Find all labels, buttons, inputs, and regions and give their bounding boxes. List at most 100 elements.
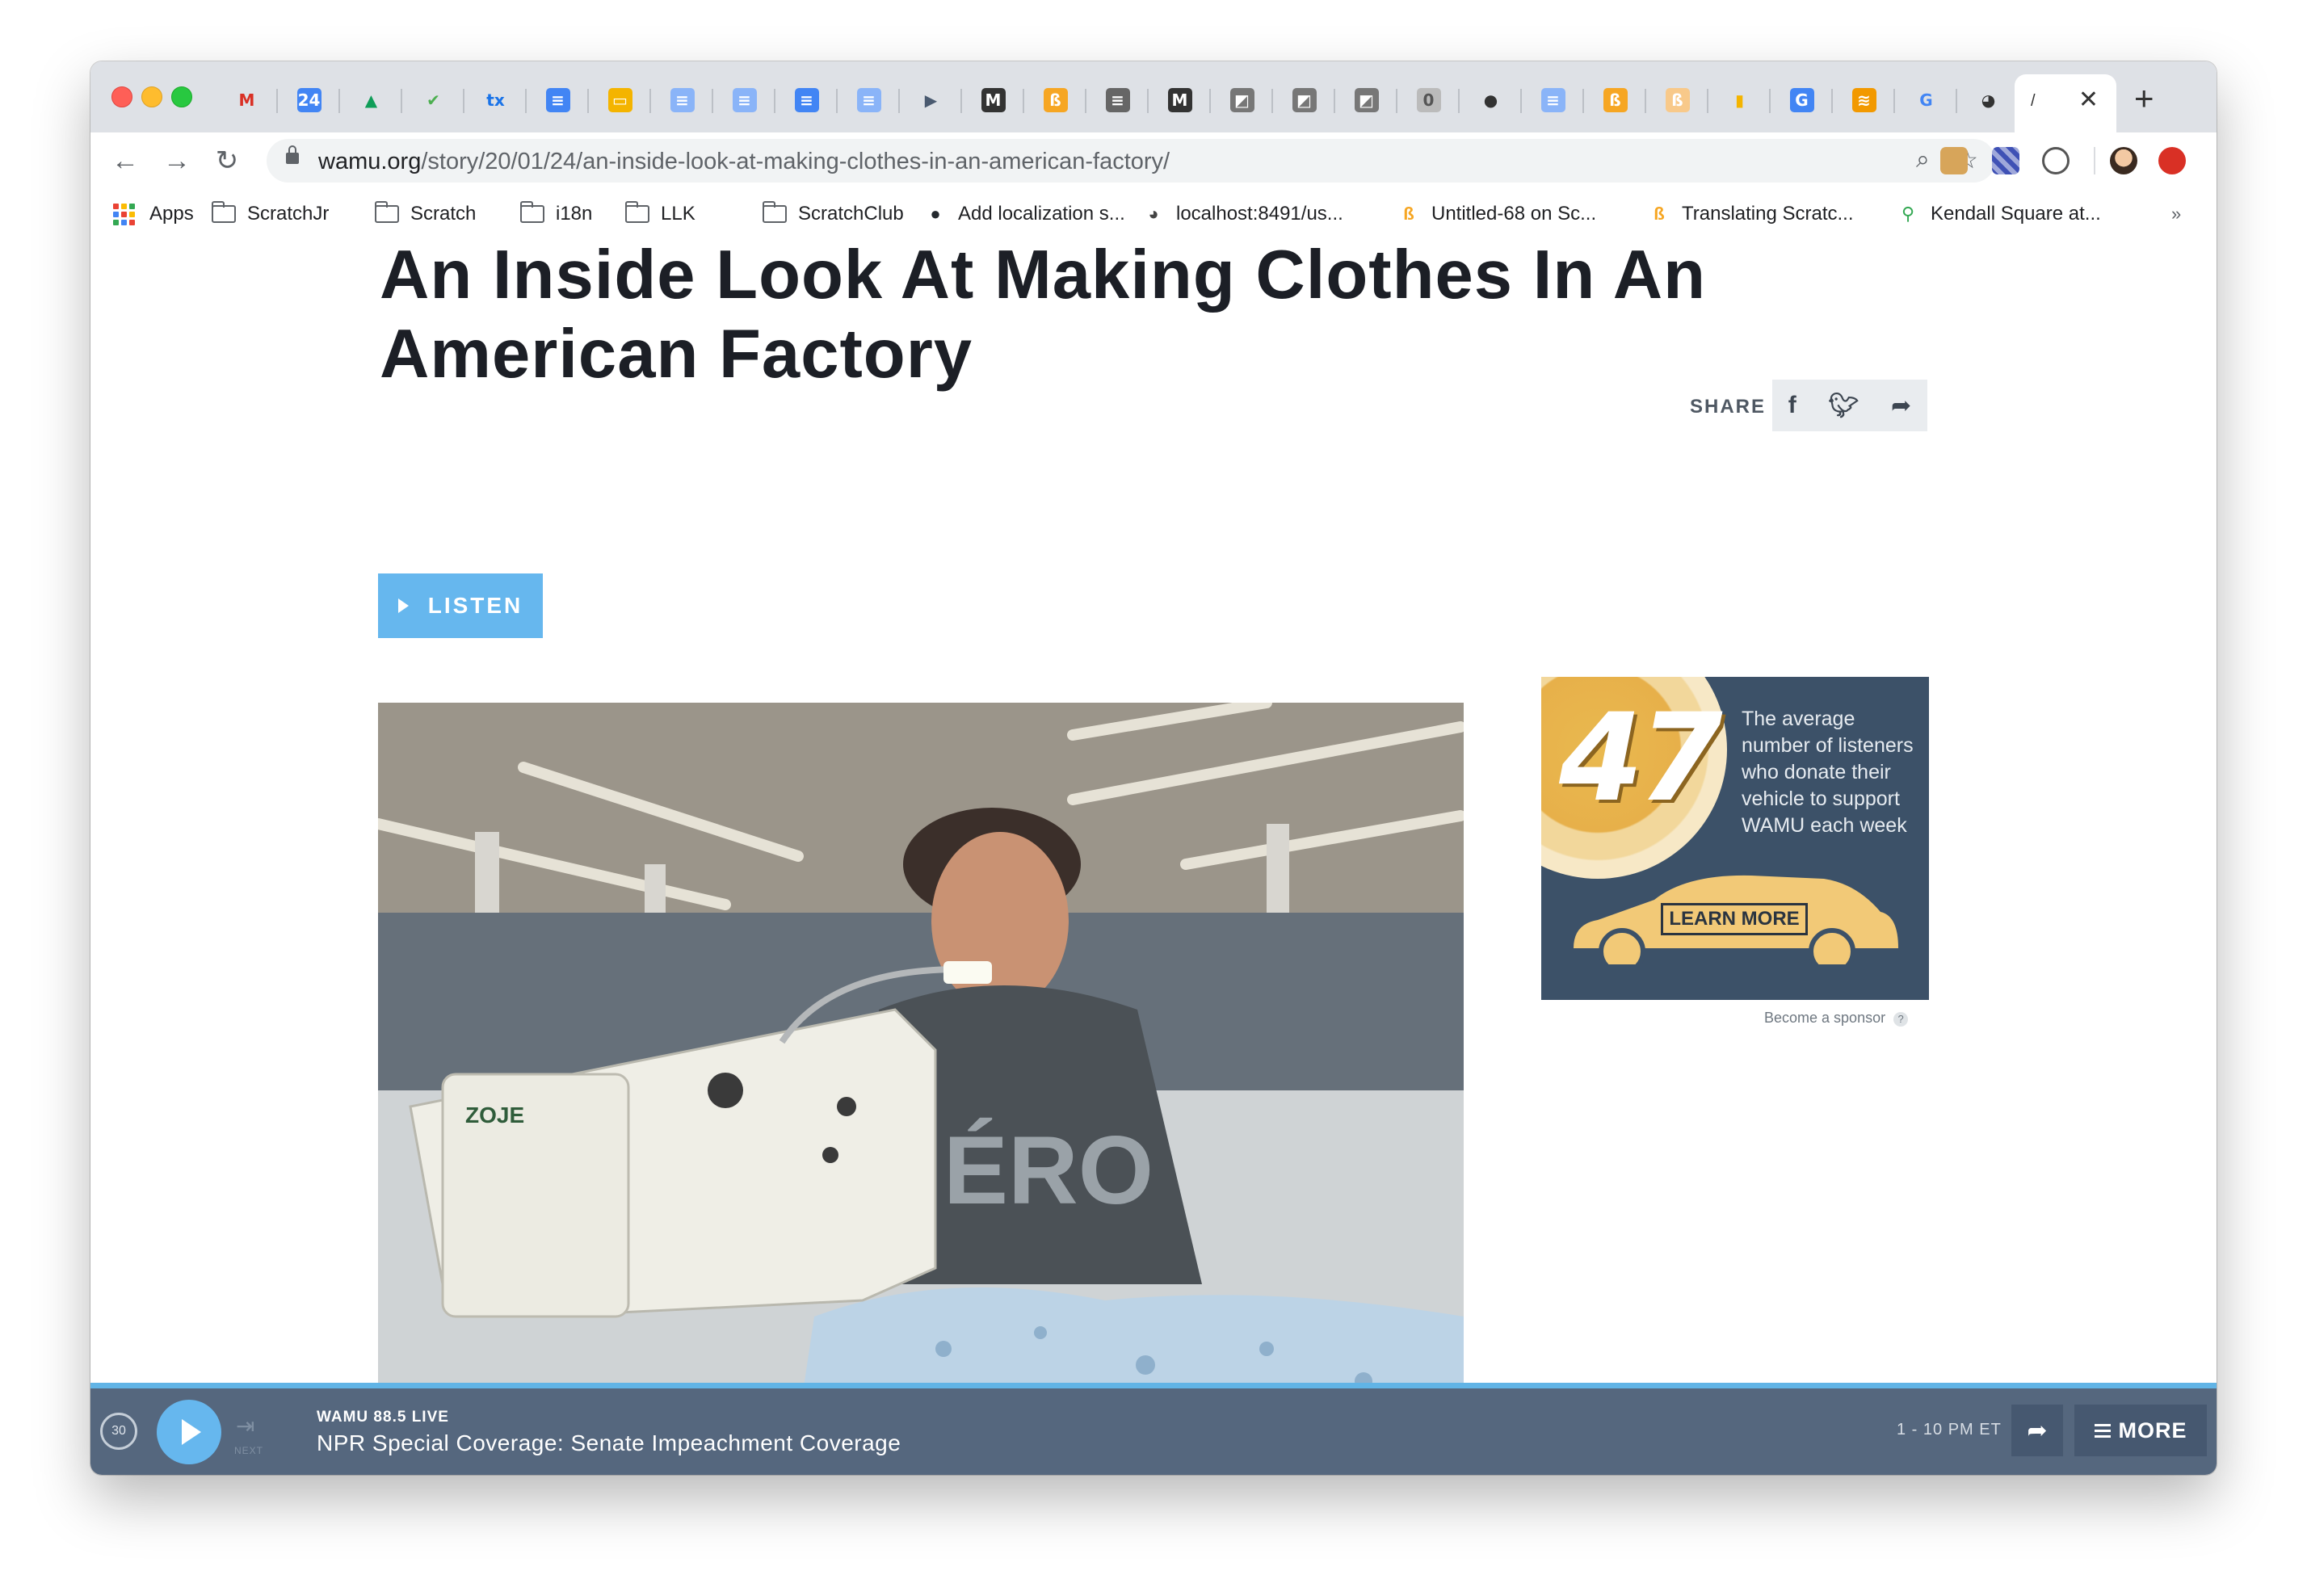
bookmark-item[interactable]: ● Add localization s... xyxy=(924,200,1124,228)
player-more-button[interactable]: MORE xyxy=(2074,1405,2207,1456)
sponsor-ad[interactable]: 47 The average number of listeners who d… xyxy=(1541,677,1929,1000)
browser-tab[interactable]: ß xyxy=(1024,78,1086,123)
browser-tab[interactable]: ▶ xyxy=(900,78,962,123)
analytics-icon: ▮ xyxy=(1734,90,1744,110)
browser-tab[interactable]: ● xyxy=(1460,78,1522,123)
bookmarks-overflow-button[interactable]: » xyxy=(2171,200,2181,228)
bookmark-label: Kendall Square at... xyxy=(1931,203,2101,225)
listen-button[interactable]: LISTEN xyxy=(378,573,543,638)
browser-tab[interactable]: G xyxy=(1895,78,1957,123)
new-tab-button[interactable]: + xyxy=(2134,82,2154,116)
browser-tab[interactable]: ◩ xyxy=(1273,78,1335,123)
help-icon[interactable]: ? xyxy=(1893,1012,1909,1027)
zoom-icon[interactable]: ⌕ xyxy=(1916,146,1930,174)
globe-icon: ◕ xyxy=(1981,90,1996,110)
url-text[interactable]: wamu.org/story/20/01/24/an-inside-look-a… xyxy=(318,149,1170,175)
next-label: NEXT xyxy=(234,1445,264,1456)
browser-tab[interactable]: G xyxy=(1771,78,1833,123)
back-button[interactable]: ← xyxy=(105,141,145,181)
extension-password-icon[interactable] xyxy=(2042,147,2070,174)
browser-tab[interactable]: ▭ xyxy=(589,78,651,123)
browser-tab[interactable]: M xyxy=(962,78,1024,123)
program-time: 1 - 10 PM ET xyxy=(1897,1421,2002,1438)
bookmark-item[interactable]: ScratchJr xyxy=(212,200,329,228)
browser-tab[interactable]: tx xyxy=(464,78,527,123)
browser-tab[interactable]: ≋ xyxy=(1833,78,1895,123)
browser-tab[interactable]: ≡ xyxy=(651,78,713,123)
browser-tab[interactable]: M xyxy=(1149,78,1211,123)
bookmarks-bar: » Apps ScratchJr Scratch i18n LLK ScratchClub… xyxy=(90,189,2217,241)
browser-tab[interactable]: ß xyxy=(1646,78,1708,123)
browser-tab[interactable]: ◕ xyxy=(1957,78,2019,123)
browser-tab[interactable]: ▮ xyxy=(1708,78,1771,123)
share-arrow-icon[interactable]: ➦ xyxy=(1891,392,1911,420)
bookmark-item[interactable]: ß Untitled-68 on Sc... xyxy=(1397,200,1596,228)
globe-icon: ◕ xyxy=(1148,204,1159,224)
bookmark-item[interactable]: Apps xyxy=(113,200,194,228)
browser-tab[interactable]: ≡ xyxy=(713,78,775,123)
browser-tab[interactable]: ≡ xyxy=(775,78,838,123)
extension-stripes-icon[interactable] xyxy=(1992,147,2019,174)
browser-tab[interactable]: ß xyxy=(1584,78,1646,123)
browser-tab[interactable]: M xyxy=(216,78,278,123)
bookmark-item[interactable]: ß Translating Scratc... xyxy=(1648,200,1853,228)
browser-tab[interactable]: ✔ xyxy=(402,78,464,123)
ad-number: 47 xyxy=(1559,688,1723,829)
scratch-icon: ß xyxy=(1043,88,1068,112)
address-bar[interactable]: wamu.org/story/20/01/24/an-inside-look-a… xyxy=(267,139,1995,183)
ad-learn-more-button[interactable]: LEARN MORE xyxy=(1661,903,1808,935)
close-tab-icon[interactable]: ✕ xyxy=(2078,86,2099,114)
browser-tab[interactable]: ≡ xyxy=(1086,78,1149,123)
browser-tab[interactable]: ≡ xyxy=(1522,78,1584,123)
window-minimize-button[interactable] xyxy=(141,86,162,107)
gmail-icon: M xyxy=(238,90,255,110)
next-icon[interactable]: ⇥ xyxy=(236,1413,254,1439)
bookmark-item[interactable]: ⚲ Kendall Square at... xyxy=(1897,200,2101,228)
bookmark-item[interactable]: LLK xyxy=(625,200,695,228)
folder-icon xyxy=(763,201,787,223)
window-close-button[interactable] xyxy=(111,86,132,107)
browser-tab[interactable]: ◩ xyxy=(1211,78,1273,123)
bookmark-item[interactable]: i18n xyxy=(520,200,592,228)
slides-icon: ▭ xyxy=(607,88,632,112)
folder-icon xyxy=(375,201,399,223)
bookmark-label: LLK xyxy=(661,203,695,225)
play-icon xyxy=(397,598,409,613)
list-icon xyxy=(2094,1421,2111,1441)
folder-icon xyxy=(520,201,544,223)
bookmark-item[interactable]: ScratchClub xyxy=(763,200,904,228)
facebook-icon[interactable]: f xyxy=(1788,392,1796,419)
rewind-30-button[interactable]: 30 xyxy=(100,1413,137,1450)
extension-toolbox-icon[interactable] xyxy=(1940,147,1968,174)
svg-text:ÉRO: ÉRO xyxy=(943,1116,1154,1224)
toolbar-divider xyxy=(2094,147,2095,174)
medium-icon: M xyxy=(981,88,1006,112)
browser-tab[interactable]: ▲ xyxy=(340,78,402,123)
become-sponsor-link[interactable]: Become a sponsor? xyxy=(1764,1010,1909,1027)
github-icon: ● xyxy=(1483,90,1498,110)
browser-tab[interactable]: ◩ xyxy=(1335,78,1397,123)
tab-active[interactable]: / ✕ xyxy=(2015,74,2116,132)
rewind-label: 30 xyxy=(111,1424,126,1438)
browser-tab[interactable]: 0 xyxy=(1397,78,1460,123)
avatar[interactable] xyxy=(2110,147,2137,174)
docs-icon: ≡ xyxy=(794,88,819,112)
bookmark-label: localhost:8491/us... xyxy=(1176,203,1343,225)
bookmark-item[interactable]: Scratch xyxy=(375,200,476,228)
forward-button[interactable]: → xyxy=(157,141,197,181)
calendar-icon: 24 xyxy=(296,88,321,112)
audio-player: 30 ⇥ NEXT WAMU 88.5 LIVE NPR Special Cov… xyxy=(90,1383,2217,1475)
stripes-icon: ≋ xyxy=(1851,88,1876,112)
listen-label: LISTEN xyxy=(427,593,523,618)
become-sponsor-label: Become a sponsor xyxy=(1764,1010,1886,1026)
twitter-icon[interactable]: 🐦︎ xyxy=(1828,392,1859,420)
browser-tab[interactable]: ≡ xyxy=(838,78,900,123)
play-button[interactable] xyxy=(157,1400,221,1464)
reload-button[interactable]: ↻ xyxy=(207,141,247,181)
bookmark-item[interactable]: ◕ localhost:8491/us... xyxy=(1142,200,1343,228)
browser-tab[interactable]: 24 xyxy=(278,78,340,123)
player-share-button[interactable]: ➦ xyxy=(2011,1405,2063,1456)
update-icon[interactable] xyxy=(2158,147,2186,174)
window-maximize-button[interactable] xyxy=(171,86,192,107)
browser-tab[interactable]: ≡ xyxy=(527,78,589,123)
